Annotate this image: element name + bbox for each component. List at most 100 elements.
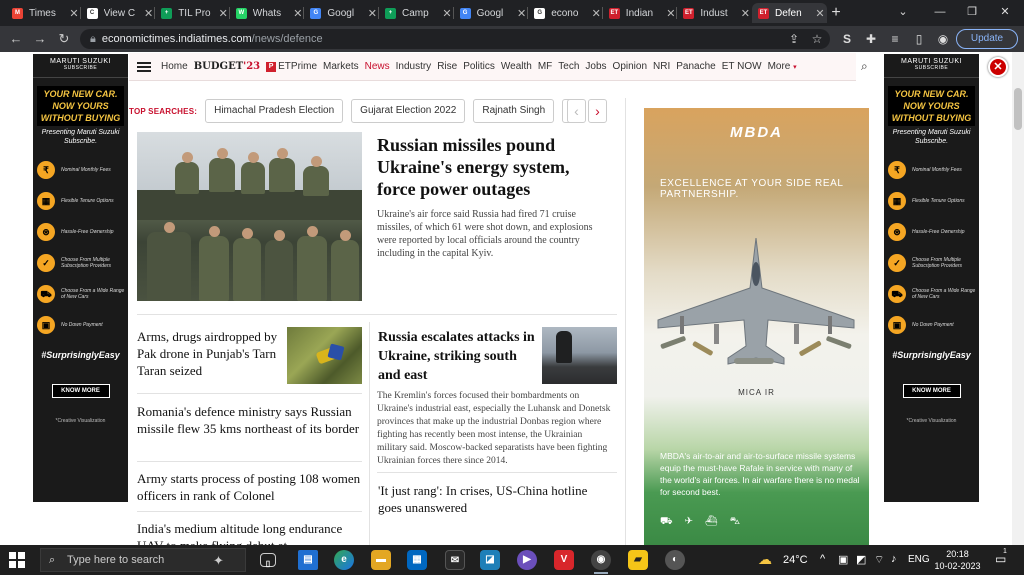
right-side-ad[interactable]: MARUTI SUZUKI SUBSCRIBE YOUR NEW CAR. NOW… (884, 54, 979, 502)
vlc-app-icon[interactable]: V (554, 550, 574, 570)
tray-app-icon[interactable]: ▣ (838, 553, 848, 566)
nav-jobs[interactable]: Jobs (585, 61, 606, 72)
weather-temp[interactable]: 24°C (783, 554, 808, 566)
update-button[interactable]: Update (956, 29, 1018, 49)
nav-wealth[interactable]: Wealth (501, 61, 532, 72)
wifi-icon[interactable]: ⌔ (874, 553, 884, 567)
browser-tab[interactable]: ET Indian ✕ (603, 3, 678, 23)
weather-icon[interactable]: ☁ (758, 551, 772, 568)
tab-search-chevron-icon[interactable]: ⌄ (888, 3, 918, 21)
language-indicator[interactable]: ENG (908, 554, 930, 565)
hamburger-menu-icon[interactable] (137, 61, 151, 72)
mbda-ad[interactable]: MBDA EXCELLENCE AT YOUR SIDE REAL PARTNE… (644, 108, 869, 545)
task-view-icon[interactable]: ▯ (260, 553, 276, 568)
nav-etprime[interactable]: P ETPrime (266, 61, 317, 72)
nav-opinion[interactable]: Opinion (613, 61, 647, 72)
browser-tab[interactable]: W Whats ✕ (230, 3, 305, 23)
close-ad-icon[interactable]: ✕ (988, 57, 1008, 77)
nav-markets[interactable]: Markets (323, 61, 359, 72)
restore-icon[interactable]: ❐ (957, 3, 987, 21)
story-headline[interactable]: Army starts process of posting 108 women… (137, 470, 362, 504)
story-headline[interactable]: 'It just rang': In crises, US-China hotl… (378, 482, 613, 516)
story-headline[interactable]: Romania's defence ministry says Russian … (137, 403, 362, 437)
nav-news[interactable]: News (365, 61, 390, 72)
browser-tab[interactable]: + TIL Pro ✕ (155, 3, 230, 23)
nav-panache[interactable]: Panache (676, 61, 715, 72)
nav-mf[interactable]: MF (538, 61, 552, 72)
browser-tab[interactable]: G Googl ✕ (454, 3, 529, 23)
windows-start-icon[interactable] (9, 552, 25, 568)
chips-next-icon[interactable]: › (588, 99, 607, 123)
new-tab-button[interactable]: + (826, 3, 846, 23)
nav-politics[interactable]: Politics (463, 61, 495, 72)
taskbar-search-input[interactable]: ⌕ Type here to search ✦ (40, 548, 246, 572)
close-tab-icon[interactable]: ✕ (813, 7, 827, 20)
browser-tab[interactable]: + Camp ✕ (379, 3, 454, 23)
lead-headline[interactable]: Russian missiles pound Ukraine's energy … (377, 134, 612, 200)
search-chip[interactable]: Gujarat Election 2022 (351, 99, 466, 123)
close-tab-icon[interactable]: ✕ (738, 7, 752, 20)
app-icon[interactable]: ◪ (480, 550, 500, 570)
profile-avatar[interactable]: ◉ (934, 30, 952, 48)
nav-budget[interactable]: BUDGET'23 (194, 61, 260, 72)
widgets-icon[interactable]: ▤ (298, 550, 318, 570)
reload-icon[interactable]: ↻ (54, 30, 74, 48)
browser-tab[interactable]: C View C ✕ (81, 3, 156, 23)
search-icon[interactable]: ⌕ (861, 59, 868, 74)
nav-more[interactable]: More ▾ (768, 61, 797, 72)
know-more-button[interactable]: KNOW MORE (51, 384, 110, 398)
app-icon[interactable]: ◐ (665, 550, 685, 570)
volume-icon[interactable]: ♪ (891, 553, 897, 565)
story-headline[interactable]: India's medium altitude long endurance U… (137, 520, 362, 545)
nav-home[interactable]: Home (161, 61, 188, 72)
scrollbar-thumb[interactable] (1014, 88, 1022, 130)
forward-arrow-icon[interactable]: → (30, 30, 50, 48)
story-headline[interactable]: Russia escalates attacks in Ukraine, str… (378, 328, 538, 385)
extension-s-icon[interactable]: S (838, 30, 856, 48)
story-headline[interactable]: Arms, drugs airdropped by Pak drone in P… (137, 328, 282, 379)
sticky-notes-icon[interactable]: ▰ (628, 550, 648, 570)
tray-app-icon[interactable]: ◩ (856, 553, 866, 566)
search-chip[interactable]: Himachal Pradesh Election (205, 99, 344, 123)
chips-prev-icon[interactable]: ‹ (567, 99, 586, 123)
media-app-icon[interactable]: ▶ (517, 550, 537, 570)
drone-story-thumbnail[interactable] (287, 327, 362, 384)
back-arrow-icon[interactable]: ← (6, 30, 26, 48)
side-panel-icon[interactable]: ▯ (910, 30, 928, 48)
url-bar[interactable]: 🔒︎ economictimes.indiatimes.com/news/defe… (80, 29, 830, 49)
browser-tab[interactable]: M Times ✕ (6, 3, 81, 23)
tab-title: Googl (476, 7, 504, 19)
media-control-icon[interactable]: ≡ (886, 30, 904, 48)
tab-separator (79, 7, 81, 19)
system-clock[interactable]: 20:18 10-02-2023 (930, 548, 985, 572)
browser-tab[interactable]: Gecono ✕ (528, 3, 603, 23)
page-scrollbar[interactable] (1012, 52, 1024, 545)
tab-title: TIL Pro (178, 7, 211, 19)
minimize-icon[interactable]: — (925, 3, 955, 21)
browser-tab[interactable]: G Googl ✕ (304, 3, 379, 23)
tray-chevron-icon[interactable]: ^ (820, 553, 825, 565)
nav-tech[interactable]: Tech (558, 61, 579, 72)
browser-tab[interactable]: ET Indust ✕ (677, 3, 752, 23)
search-chip[interactable]: Rajnath Singh (473, 99, 555, 123)
mail-icon[interactable]: ✉ (445, 550, 465, 570)
nav-et-now[interactable]: ET NOW (722, 61, 762, 72)
chrome-browser-icon[interactable]: ◉ (591, 550, 611, 570)
divider (137, 393, 362, 394)
ms-store-icon[interactable]: ▦ (407, 550, 427, 570)
file-explorer-icon[interactable]: ▬ (371, 550, 391, 570)
lead-story-image[interactable] (137, 132, 362, 301)
extensions-puzzle-icon[interactable]: ✚ (862, 30, 880, 48)
ukraine-story-thumbnail[interactable] (542, 327, 617, 384)
browser-tab[interactable]: ET Defen ✕ (752, 3, 827, 23)
bookmark-star-icon[interactable]: ☆ (808, 30, 826, 48)
left-side-ad[interactable]: MARUTI SUZUKI SUBSCRIBE YOUR NEW CAR. NOW… (33, 54, 128, 502)
close-window-icon[interactable]: ✕ (990, 3, 1020, 21)
soldier-figure (556, 331, 572, 363)
know-more-button[interactable]: KNOW MORE (902, 384, 961, 398)
nav-nri[interactable]: NRI (653, 61, 670, 72)
share-icon[interactable]: ⇪ (785, 30, 803, 48)
edge-browser-icon[interactable]: e (334, 550, 354, 570)
nav-rise[interactable]: Rise (437, 61, 457, 72)
nav-industry[interactable]: Industry (396, 61, 432, 72)
